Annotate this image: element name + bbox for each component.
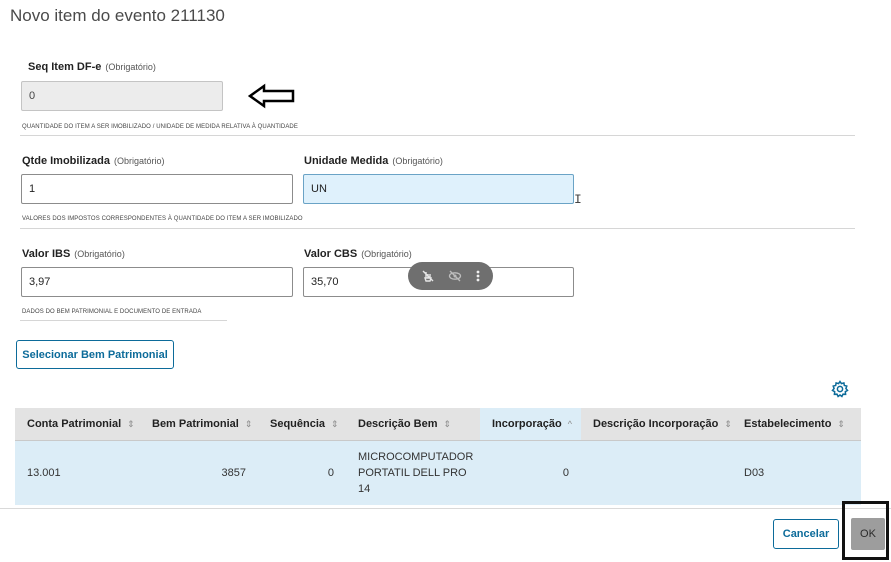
cell-descricao-incorporacao bbox=[581, 441, 732, 505]
sort-icon: ⇕ bbox=[331, 418, 339, 429]
ibs-label: Valor IBS (Obrigatório) bbox=[22, 248, 125, 260]
qtde-label-text: Qtde Imobilizada bbox=[22, 155, 111, 167]
sort-icon: ⇕ bbox=[127, 418, 135, 429]
section-dados: DADOS DO BEM PATRIMONIAL E DOCUMENTO DE … bbox=[22, 309, 202, 315]
floating-toolbar bbox=[408, 262, 493, 290]
cell-bem: 3857 bbox=[221, 467, 246, 479]
column-header-conta[interactable]: Conta Patrimonial ⇕ bbox=[15, 408, 140, 440]
cell-sequencia: 0 bbox=[327, 467, 334, 479]
cell-incorporacao: 0 bbox=[562, 467, 569, 479]
bens-table: Conta Patrimonial ⇕ Bem Patrimonial ⇕ Sequ… bbox=[15, 408, 861, 505]
sort-asc-icon: ^ bbox=[567, 419, 572, 429]
qtde-required: (Obrigatório) bbox=[114, 156, 165, 166]
ok-button[interactable]: OK bbox=[851, 518, 885, 550]
column-header-descricao-incorporacao[interactable]: Descrição Incorporação ⇕ bbox=[581, 408, 732, 440]
sort-icon: ⇕ bbox=[244, 418, 253, 429]
divider bbox=[20, 135, 855, 136]
column-header-estabelecimento[interactable]: Estabelecimento ⇕ bbox=[732, 408, 861, 440]
left-arrow-icon bbox=[248, 83, 295, 109]
cbs-label: Valor CBS (Obrigatório) bbox=[304, 248, 412, 260]
column-label: Descrição Bem bbox=[358, 418, 438, 430]
column-label: Bem Patrimonial bbox=[152, 418, 239, 430]
divider bbox=[20, 320, 227, 321]
unidade-required: (Obrigatório) bbox=[392, 156, 443, 166]
seq-item-label-text: Seq Item DF-e bbox=[28, 61, 102, 73]
qtde-imobilizada-input[interactable]: 1 bbox=[21, 174, 293, 204]
seq-item-input[interactable]: 0 bbox=[21, 81, 223, 111]
more-vertical-icon[interactable] bbox=[475, 269, 481, 283]
cell-conta: 13.001 bbox=[27, 467, 61, 479]
table-header: Conta Patrimonial ⇕ Bem Patrimonial ⇕ Sequ… bbox=[15, 408, 861, 441]
dialog-title: Novo item do evento 211130 bbox=[10, 6, 225, 25]
column-header-incorporacao[interactable]: Incorporação ^ bbox=[480, 408, 581, 440]
column-label: Incorporação bbox=[492, 418, 562, 430]
column-header-bem[interactable]: Bem Patrimonial ⇕ bbox=[140, 408, 258, 440]
sort-icon: ⇕ bbox=[443, 418, 452, 429]
cell-estabelecimento: D03 bbox=[744, 467, 765, 479]
footer-divider bbox=[0, 508, 891, 509]
cbs-required: (Obrigatório) bbox=[361, 249, 412, 259]
selecionar-bem-button[interactable]: Selecionar Bem Patrimonial bbox=[16, 340, 174, 369]
column-label: Estabelecimento bbox=[744, 418, 832, 430]
no-touch-icon[interactable] bbox=[421, 269, 435, 283]
sort-icon: ⇕ bbox=[724, 418, 732, 429]
column-label: Sequência bbox=[270, 418, 326, 430]
qtde-label: Qtde Imobilizada (Obrigatório) bbox=[22, 155, 165, 167]
divider bbox=[20, 228, 855, 229]
cell-descricao: MICROCOMPUTADOR PORTATIL DELL PRO 14 bbox=[358, 451, 474, 495]
seq-item-label: Seq Item DF-e (Obrigatório) bbox=[28, 61, 156, 73]
section-valores: VALORES DOS IMPOSTOS CORRESPONDENTES À Q… bbox=[22, 216, 303, 222]
unidade-label: Unidade Medida (Obrigatório) bbox=[304, 155, 443, 167]
column-label: Descrição Incorporação bbox=[593, 418, 719, 430]
section-quantidade: QUANTIDADE DO ITEM A SER IMOBILIZADO / U… bbox=[22, 124, 298, 130]
unidade-label-text: Unidade Medida bbox=[304, 155, 389, 167]
unidade-medida-input[interactable]: UN bbox=[303, 174, 574, 204]
seq-item-required: (Obrigatório) bbox=[105, 62, 156, 72]
cancel-button[interactable]: Cancelar bbox=[773, 519, 839, 549]
valor-ibs-input[interactable]: 3,97 bbox=[21, 267, 293, 297]
ibs-label-text: Valor IBS bbox=[22, 248, 71, 260]
hide-icon[interactable] bbox=[448, 269, 462, 283]
table-row[interactable]: 13.001 3857 0 MICROCOMPUTADOR PORTATIL D… bbox=[15, 441, 861, 505]
cbs-label-text: Valor CBS bbox=[304, 248, 358, 260]
text-cursor-icon: I bbox=[574, 192, 582, 207]
ibs-required: (Obrigatório) bbox=[74, 249, 125, 259]
column-label: Conta Patrimonial bbox=[27, 418, 122, 430]
sort-icon: ⇕ bbox=[837, 418, 845, 429]
column-header-descricao[interactable]: Descrição Bem ⇕ bbox=[346, 408, 480, 440]
column-header-sequencia[interactable]: Sequência ⇕ bbox=[258, 408, 346, 440]
gear-icon[interactable] bbox=[831, 380, 849, 398]
